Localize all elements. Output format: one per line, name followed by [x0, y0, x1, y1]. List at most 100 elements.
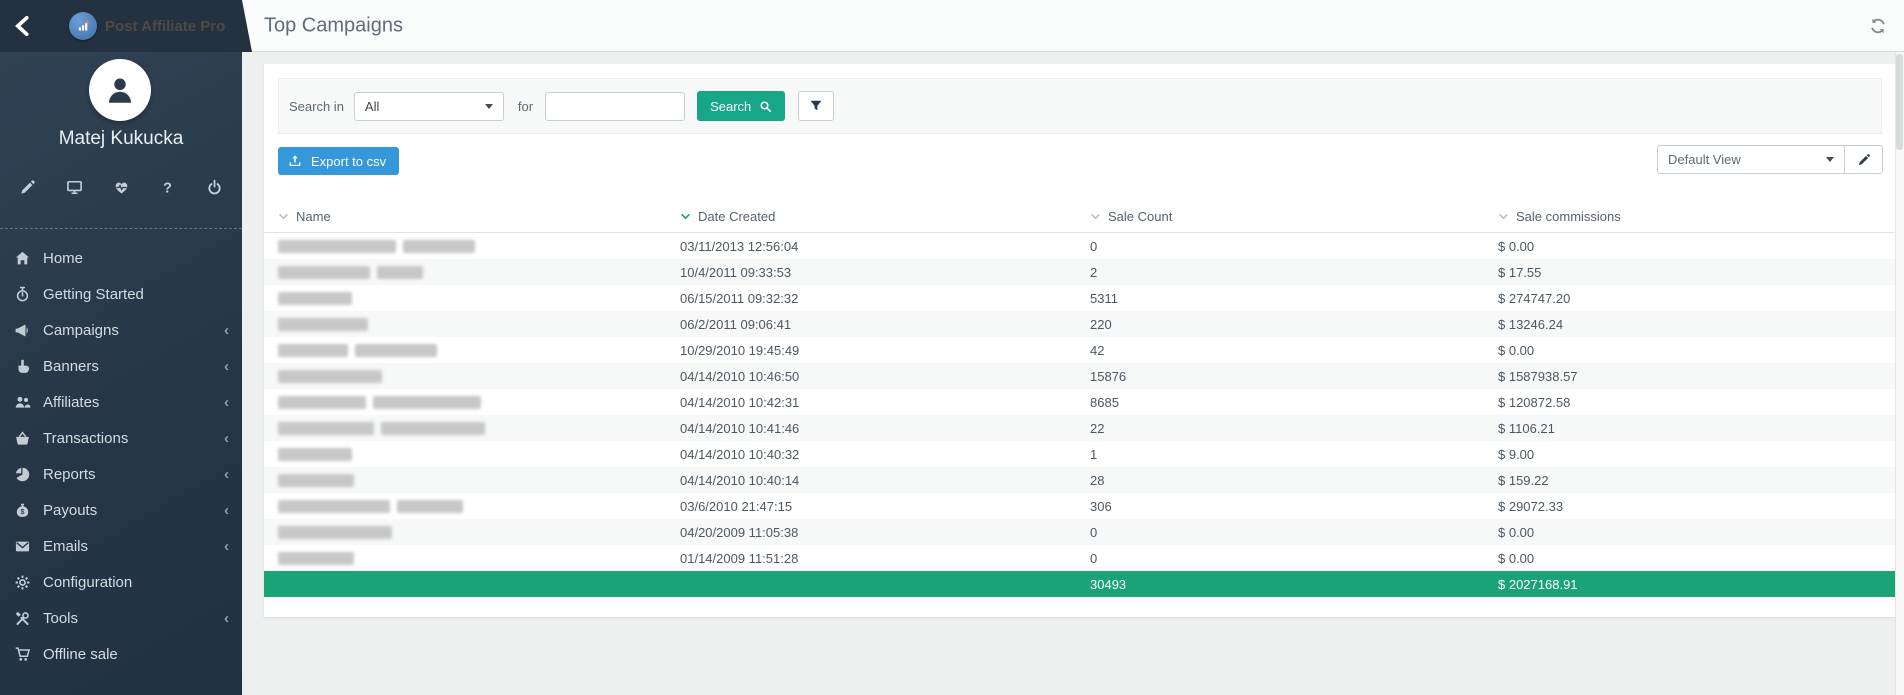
search-in-value: All [365, 99, 379, 114]
row-name-redacted [264, 474, 666, 487]
row-sale-count: 15876 [1076, 369, 1484, 384]
table-row: 06/15/2011 09:32:32 5311 $ 274747.20 [264, 285, 1896, 311]
edit-view-button[interactable] [1845, 146, 1882, 173]
export-icon [288, 154, 302, 168]
stopwatch-icon [14, 286, 31, 303]
filter-button[interactable] [798, 91, 834, 121]
row-sale-commission: $ 9.00 [1484, 447, 1896, 462]
sidebar: Post Affiliate Pro Matej Kukucka Home Ge… [0, 0, 242, 695]
main-content: Search in All for Search Export to csv D… [242, 52, 1904, 695]
moneybag-icon [14, 502, 31, 519]
search-in-select[interactable]: All [354, 92, 504, 121]
row-sale-commission: $ 120872.58 [1484, 395, 1896, 410]
table-body: 03/11/2013 12:56:04 0 $ 0.00 10/4/2011 0… [264, 233, 1896, 571]
sidebar-item-emails[interactable]: Emails [0, 528, 242, 564]
redacted-name-bar [278, 552, 354, 565]
row-sale-count: 0 [1076, 551, 1484, 566]
redacted-name-bar [355, 344, 437, 357]
sidebar-item-getting-started[interactable]: Getting Started [0, 276, 242, 312]
row-date-created: 03/11/2013 12:56:04 [666, 239, 1076, 254]
scrollbar-track [1895, 52, 1904, 695]
pie-icon [14, 466, 31, 483]
campaigns-table: Name Date Created Sale Count Sale commis… [264, 200, 1896, 597]
search-button[interactable]: Search [697, 91, 785, 121]
redacted-name-bar [278, 344, 348, 357]
heartbeat-icon[interactable] [113, 179, 130, 196]
row-sale-count: 0 [1076, 525, 1484, 540]
row-date-created: 03/6/2010 21:47:15 [666, 499, 1076, 514]
chevron-left-icon [224, 359, 229, 374]
chevron-left-icon [224, 323, 229, 338]
search-icon [759, 100, 772, 113]
view-select[interactable]: Default View [1658, 146, 1845, 173]
power-icon[interactable] [206, 179, 223, 196]
page-title: Top Campaigns [264, 14, 403, 37]
redacted-name-bar [397, 500, 463, 513]
refresh-icon[interactable] [1869, 17, 1887, 35]
row-date-created: 04/20/2009 11:05:38 [666, 525, 1076, 540]
row-date-created: 06/2/2011 09:06:41 [666, 317, 1076, 332]
table-row: 10/4/2011 09:33:53 2 $ 17.55 [264, 259, 1896, 285]
sidebar-item-campaigns[interactable]: Campaigns [0, 312, 242, 348]
search-input[interactable] [545, 92, 685, 121]
pencil-icon[interactable] [19, 179, 36, 196]
column-header-sale-commissions[interactable]: Sale commissions [1484, 209, 1896, 224]
pencil-icon [1857, 153, 1871, 167]
back-chevron-icon[interactable] [11, 14, 35, 38]
row-name-redacted [264, 292, 666, 305]
sidebar-item-configuration[interactable]: Configuration [0, 564, 242, 600]
column-header-date-created[interactable]: Date Created [666, 209, 1076, 224]
chevron-left-icon [224, 503, 229, 518]
scrollbar-thumb[interactable] [1896, 54, 1903, 150]
sidebar-item-reports[interactable]: Reports [0, 456, 242, 492]
sidebar-item-offline-sale[interactable]: Offline sale [0, 636, 242, 672]
row-date-created: 10/29/2010 19:45:49 [666, 343, 1076, 358]
row-name-redacted [264, 422, 666, 435]
row-name-redacted [264, 552, 666, 565]
question-icon[interactable] [159, 179, 176, 196]
redacted-name-bar [278, 396, 366, 409]
export-csv-button[interactable]: Export to csv [278, 147, 399, 175]
row-name-redacted [264, 526, 666, 539]
topbar: Top Campaigns [242, 0, 1904, 52]
row-sale-commission: $ 29072.33 [1484, 499, 1896, 514]
envelope-icon [14, 538, 31, 555]
sort-chevron-icon [680, 211, 691, 222]
sidebar-item-label: Transactions [43, 430, 224, 447]
row-sale-count: 5311 [1076, 291, 1484, 306]
table-row: 04/14/2010 10:41:46 22 $ 1106.21 [264, 415, 1896, 441]
chevron-left-icon [224, 431, 229, 446]
redacted-name-bar [377, 266, 423, 279]
sidebar-item-banners[interactable]: Banners [0, 348, 242, 384]
column-header-label: Name [296, 209, 331, 224]
column-header-sale-count[interactable]: Sale Count [1076, 209, 1484, 224]
row-sale-count: 1 [1076, 447, 1484, 462]
sidebar-item-home[interactable]: Home [0, 240, 242, 276]
sidebar-item-tools[interactable]: Tools [0, 600, 242, 636]
sidebar-item-affiliates[interactable]: Affiliates [0, 384, 242, 420]
redacted-name-bar [278, 292, 352, 305]
totals-sale-count: 30493 [1076, 577, 1484, 592]
sidebar-item-transactions[interactable]: Transactions [0, 420, 242, 456]
column-header-name[interactable]: Name [264, 209, 666, 224]
gear-icon [14, 574, 31, 591]
row-sale-count: 22 [1076, 421, 1484, 436]
chevron-left-icon [224, 611, 229, 626]
row-sale-count: 306 [1076, 499, 1484, 514]
redacted-name-bar [278, 266, 370, 279]
row-sale-commission: $ 274747.20 [1484, 291, 1896, 306]
row-name-redacted [264, 318, 666, 331]
sidebar-item-label: Reports [43, 466, 224, 483]
search-button-label: Search [710, 99, 751, 114]
row-sale-commission: $ 0.00 [1484, 343, 1896, 358]
row-name-redacted [264, 370, 666, 383]
tools-icon [14, 610, 31, 627]
monitor-icon[interactable] [66, 179, 83, 196]
row-sale-commission: $ 1587938.57 [1484, 369, 1896, 384]
sidebar-item-payouts[interactable]: Payouts [0, 492, 242, 528]
redacted-name-bar [278, 318, 368, 331]
sort-chevron-icon [1090, 211, 1101, 222]
app-logo [69, 12, 97, 40]
table-header-row: Name Date Created Sale Count Sale commis… [264, 200, 1896, 233]
redacted-name-bar [278, 448, 352, 461]
